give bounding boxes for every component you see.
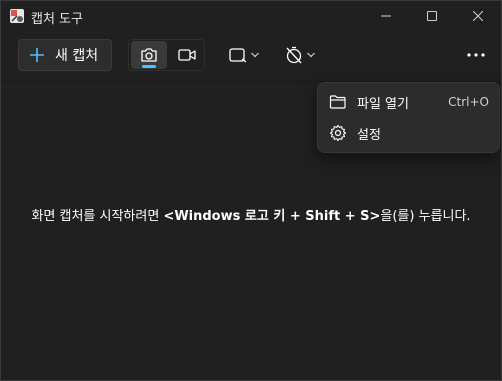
folder-icon: [329, 95, 346, 109]
minimize-icon: [381, 15, 391, 17]
start-capture-hint: 화면 캡처를 시작하려면 <Windows 로고 키 + Shift + S>을…: [1, 205, 501, 224]
new-capture-label: 새 캡처: [55, 48, 99, 64]
timer-off-icon: [286, 46, 302, 64]
menu-item-open-file[interactable]: 파일 열기 Ctrl+O: [322, 87, 495, 117]
hint-suffix: 을(를) 누릅니다.: [380, 209, 471, 224]
camera-icon: [141, 48, 157, 62]
minimize-button[interactable]: [363, 1, 409, 31]
snip-shape-dropdown[interactable]: [223, 39, 265, 71]
delay-timer-dropdown[interactable]: [279, 39, 321, 71]
chevron-down-icon: [251, 52, 259, 58]
video-camera-icon: [178, 49, 196, 61]
rectangle-snip-icon: [229, 48, 247, 63]
hint-prefix: 화면 캡처를 시작하려면: [31, 209, 164, 224]
window-title: 캡처 도구: [31, 12, 83, 27]
snipping-tool-window: 캡처 도구 새 캡처 화면 캡처를 시작하려면 <Windows 로고 키 + …: [0, 0, 502, 381]
snipping-tool-app-icon: [10, 9, 24, 23]
gear-icon: [329, 124, 347, 142]
toolbar: 새 캡처: [1, 31, 501, 82]
chevron-down-icon: [307, 52, 315, 58]
capture-mode-toggle: [128, 39, 205, 71]
more-options-button[interactable]: [459, 39, 493, 71]
menu-item-label: 파일 열기: [357, 96, 409, 112]
more-options-menu: 파일 열기 Ctrl+O 설정: [317, 82, 500, 153]
selected-indicator: [142, 65, 156, 68]
screenshot-mode-button[interactable]: [131, 41, 167, 69]
video-mode-button[interactable]: [169, 41, 205, 69]
close-button[interactable]: [455, 1, 501, 31]
menu-item-label: 설정: [357, 127, 381, 143]
plus-icon: [30, 48, 44, 62]
hint-shortcut: <Windows 로고 키 + Shift + S>: [163, 209, 381, 224]
title-bar: 캡처 도구: [1, 1, 501, 31]
menu-item-shortcut: Ctrl+O: [448, 95, 489, 109]
new-capture-button[interactable]: 새 캡처: [18, 39, 112, 71]
close-icon: [473, 11, 483, 21]
maximize-button[interactable]: [409, 1, 455, 31]
menu-item-settings[interactable]: 설정: [322, 118, 495, 148]
ellipsis-icon: [467, 53, 485, 57]
maximize-icon: [427, 11, 437, 21]
